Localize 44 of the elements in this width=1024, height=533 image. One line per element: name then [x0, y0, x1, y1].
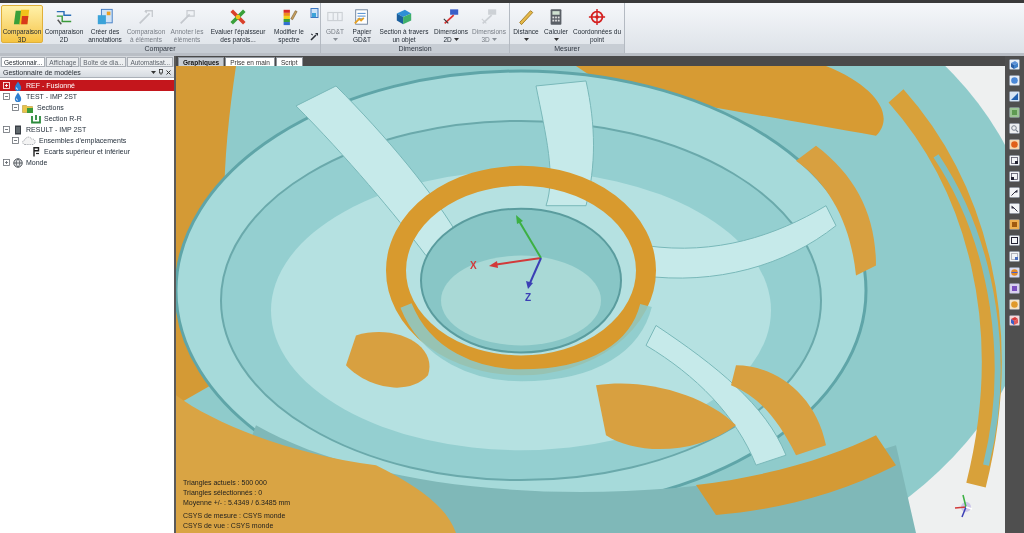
- cloud-icon: [22, 135, 36, 146]
- ruler-icon: [517, 8, 535, 26]
- arrow-icon: [137, 8, 155, 26]
- magnifier-icon[interactable]: [1009, 123, 1020, 134]
- collapse-icon[interactable]: [12, 104, 19, 111]
- profile-lines-icon: [55, 8, 73, 26]
- sheet-icon[interactable]: [309, 8, 319, 18]
- wand-icon[interactable]: [309, 32, 319, 41]
- close-icon[interactable]: [166, 69, 171, 75]
- document-icon: [353, 8, 371, 26]
- triangle-icon[interactable]: [1009, 91, 1020, 102]
- cross-icon: [229, 8, 247, 26]
- square-icon[interactable]: [1009, 155, 1020, 166]
- folder-icon: [22, 102, 34, 113]
- arrow-icon[interactable]: [1009, 203, 1020, 214]
- dimension-icon: [480, 8, 498, 26]
- pin-icon[interactable]: [159, 69, 163, 75]
- arrow-icon[interactable]: [1009, 187, 1020, 198]
- crosshair-icon: [588, 8, 606, 26]
- collapse-icon[interactable]: [12, 137, 19, 144]
- circle-icon[interactable]: [1009, 267, 1020, 278]
- collapse-icon[interactable]: [3, 93, 10, 100]
- expand-icon[interactable]: [3, 159, 10, 166]
- globe-icon: [13, 157, 23, 168]
- cube-icon[interactable]: [1009, 59, 1020, 70]
- circle-icon[interactable]: [1009, 139, 1020, 150]
- axis-label: X: [470, 260, 477, 271]
- cube-icon[interactable]: [1009, 315, 1020, 326]
- section-icon: [31, 113, 41, 124]
- block-icon: [13, 124, 23, 135]
- collapse-icon[interactable]: [3, 126, 10, 133]
- color-map-icon: [13, 8, 31, 26]
- square-icon[interactable]: [1009, 171, 1020, 182]
- circle-icon[interactable]: [1009, 75, 1020, 86]
- annotation-icon: [96, 8, 114, 26]
- circle-icon[interactable]: [1009, 299, 1020, 310]
- axis-label: Z: [525, 292, 532, 303]
- callout-icon: [178, 8, 196, 26]
- dimension-icon: [442, 8, 460, 26]
- square-icon[interactable]: [1009, 235, 1020, 246]
- drop-icon: [13, 91, 23, 102]
- section-icon: [395, 8, 413, 26]
- caret-icon[interactable]: [151, 70, 156, 74]
- flag-icon: [31, 146, 41, 157]
